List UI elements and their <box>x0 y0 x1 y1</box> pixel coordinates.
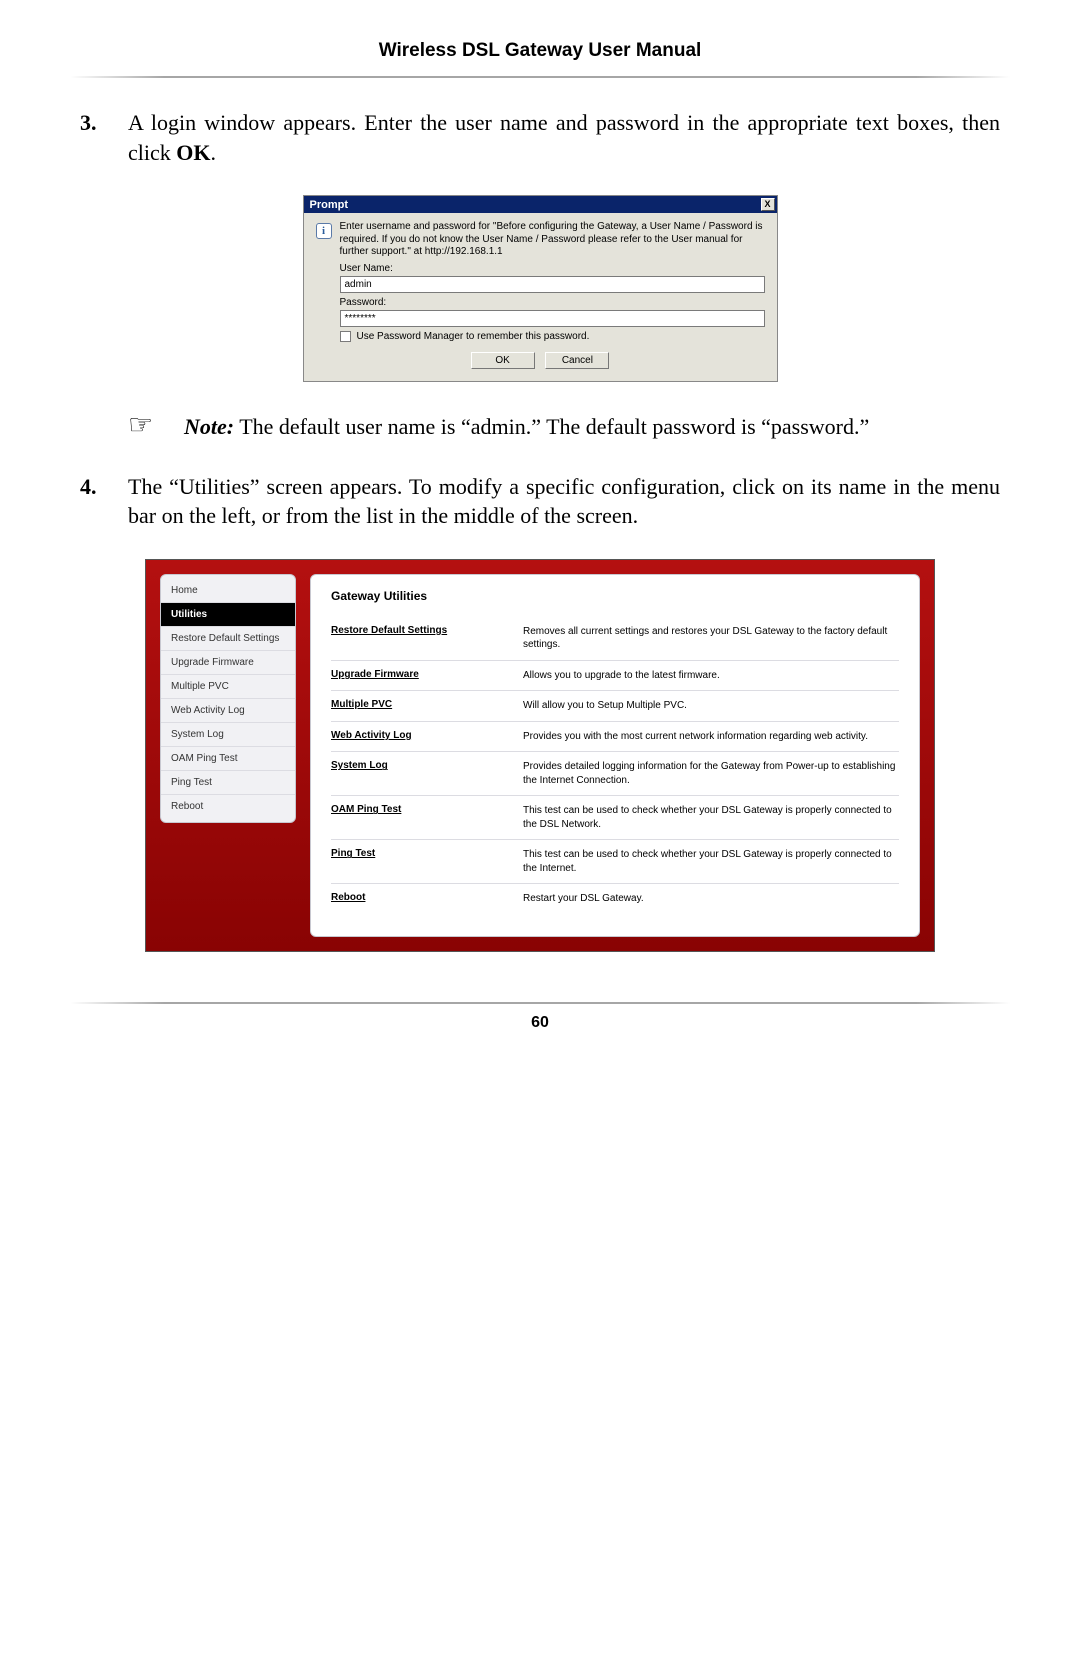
step-number: 3. <box>80 108 128 167</box>
username-label: User Name: <box>340 263 765 274</box>
prompt-message: Enter username and password for "Before … <box>340 221 765 259</box>
remember-password-label: Use Password Manager to remember this pa… <box>357 331 590 342</box>
page-number: 60 <box>70 1014 1010 1032</box>
utility-description: Will allow you to Setup Multiple PVC. <box>523 699 899 713</box>
sidebar-item[interactable]: Web Activity Log <box>161 699 295 723</box>
remember-password-row[interactable]: Use Password Manager to remember this pa… <box>340 331 765 342</box>
utility-description: Allows you to upgrade to the latest firm… <box>523 669 899 683</box>
utility-description: Removes all current settings and restore… <box>523 625 899 652</box>
info-icon: i <box>316 223 332 239</box>
sidebar-item[interactable]: Utilities <box>161 603 295 627</box>
step-4: 4. The “Utilities” screen appears. To mo… <box>70 472 1010 531</box>
sidebar-item[interactable]: Reboot <box>161 795 295 818</box>
password-input[interactable]: ******** <box>340 310 765 327</box>
utility-row: Multiple PVC Will allow you to Setup Mult… <box>331 691 899 722</box>
utility-row: System Log Provides detailed logging info… <box>331 752 899 796</box>
utility-link[interactable]: OAM Ping Test <box>331 804 501 831</box>
login-prompt: Prompt X i Enter username and password f… <box>303 195 778 382</box>
prompt-titlebar: Prompt X <box>304 196 777 213</box>
utility-description: This test can be used to check whether y… <box>523 848 899 875</box>
utility-row: Ping Test This test can be used to check … <box>331 840 899 884</box>
prompt-title-text: Prompt <box>310 199 349 211</box>
password-label: Password: <box>340 297 765 308</box>
step3-text-c: . <box>211 140 217 165</box>
utility-description: Restart your DSL Gateway. <box>523 892 899 906</box>
note-text: Note: The default user name is “admin.” … <box>184 412 1000 442</box>
utilities-window: HomeUtilitiesRestore Default SettingsUpg… <box>145 559 935 952</box>
sidebar-item[interactable]: Multiple PVC <box>161 675 295 699</box>
utility-link[interactable]: Web Activity Log <box>331 730 501 744</box>
utility-link[interactable]: Restore Default Settings <box>331 625 501 652</box>
utilities-sidebar: HomeUtilitiesRestore Default SettingsUpg… <box>160 574 296 823</box>
utility-link[interactable]: Multiple PVC <box>331 699 501 713</box>
utility-description: This test can be used to check whether y… <box>523 804 899 831</box>
utility-row: Restore Default Settings Removes all curr… <box>331 617 899 661</box>
sidebar-item[interactable]: System Log <box>161 723 295 747</box>
step-number: 4. <box>80 472 128 531</box>
step-3: 3. A login window appears. Enter the use… <box>70 108 1010 167</box>
utility-description: Provides you with the most current netwo… <box>523 730 899 744</box>
divider <box>70 76 1010 78</box>
utility-link[interactable]: System Log <box>331 760 501 787</box>
username-input[interactable]: admin <box>340 276 765 293</box>
close-icon[interactable]: X <box>761 198 775 211</box>
sidebar-item[interactable]: Ping Test <box>161 771 295 795</box>
divider <box>70 1002 1010 1004</box>
sidebar-item[interactable]: Home <box>161 579 295 603</box>
step3-ok: OK <box>176 140 210 165</box>
checkbox-icon[interactable] <box>340 331 351 342</box>
step3-text-a: A login window appears. Enter the user n… <box>128 110 1000 165</box>
note: ☞ Note: The default user name is “admin.… <box>70 412 1010 442</box>
step-text: The “Utilities” screen appears. To modif… <box>128 472 1000 531</box>
pointing-hand-icon: ☞ <box>128 412 184 442</box>
utility-link[interactable]: Upgrade Firmware <box>331 669 501 683</box>
utility-row: Web Activity Log Provides you with the mo… <box>331 722 899 753</box>
utility-link[interactable]: Ping Test <box>331 848 501 875</box>
ok-button[interactable]: OK <box>471 352 535 369</box>
utilities-heading: Gateway Utilities <box>331 589 899 603</box>
sidebar-item[interactable]: Upgrade Firmware <box>161 651 295 675</box>
cancel-button[interactable]: Cancel <box>545 352 609 369</box>
sidebar-item[interactable]: OAM Ping Test <box>161 747 295 771</box>
step-text: A login window appears. Enter the user n… <box>128 108 1000 167</box>
utility-link[interactable]: Reboot <box>331 892 501 906</box>
page-header: Wireless DSL Gateway User Manual <box>70 30 1010 76</box>
note-label: Note: <box>184 414 234 439</box>
utility-row: OAM Ping Test This test can be used to ch… <box>331 796 899 840</box>
utility-row: Upgrade Firmware Allows you to upgrade to… <box>331 661 899 692</box>
note-body: The default user name is “admin.” The de… <box>234 414 869 439</box>
utility-row: Reboot Restart your DSL Gateway. <box>331 884 899 914</box>
sidebar-item[interactable]: Restore Default Settings <box>161 627 295 651</box>
utility-description: Provides detailed logging information fo… <box>523 760 899 787</box>
utilities-main: Gateway Utilities Restore Default Settin… <box>310 574 920 937</box>
